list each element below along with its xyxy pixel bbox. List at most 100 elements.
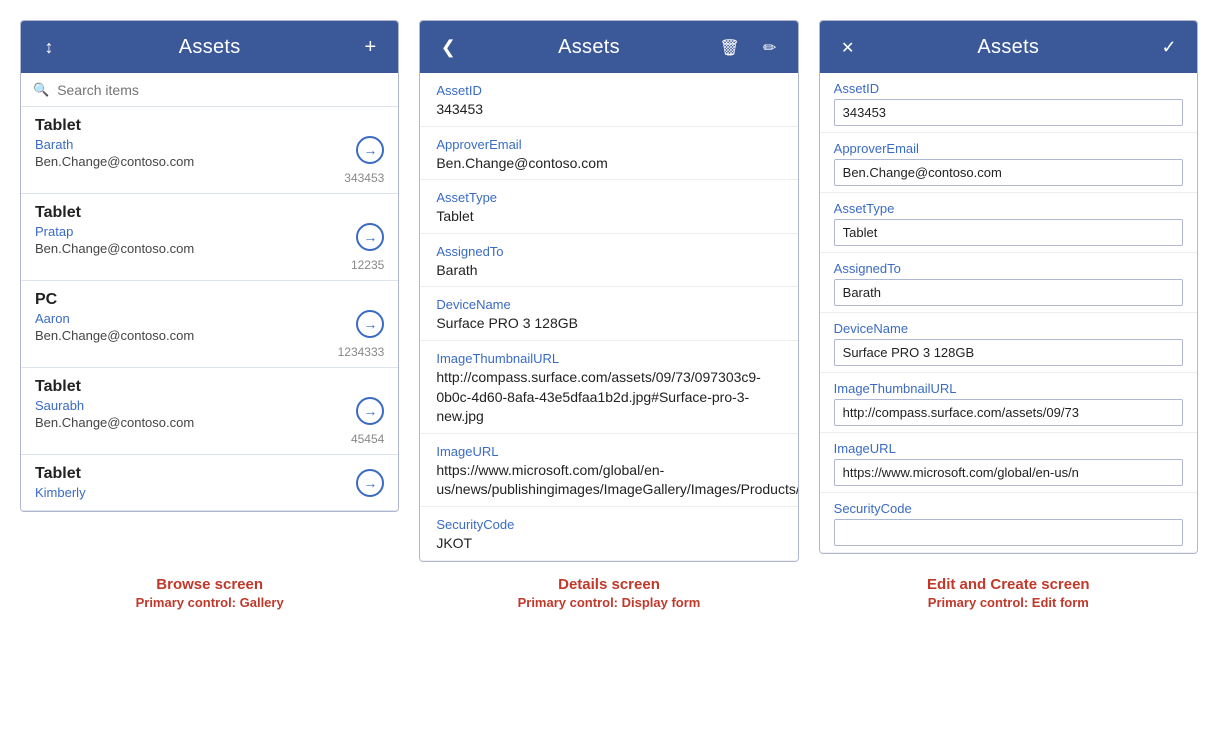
- edit-label: AssetID: [834, 81, 1183, 96]
- arrow-right-icon[interactable]: →: [356, 469, 384, 497]
- detail-row: ImageThumbnailURL http://compass.surface…: [420, 341, 797, 434]
- detail-row: AssetID 343453: [420, 73, 797, 127]
- confirm-icon[interactable]: [1155, 37, 1183, 58]
- item-id: 1234333: [35, 345, 384, 359]
- detail-label: ApproverEmail: [436, 137, 781, 152]
- edit-row: AssetType: [820, 193, 1197, 253]
- captions-container: Browse screen Primary control: Gallery D…: [20, 576, 1198, 610]
- item-subtitle: Aaron: [35, 311, 384, 326]
- screens-container: Assets Tablet Barath Ben.Change@contoso.…: [20, 20, 1198, 562]
- item-email: Ben.Change@contoso.com: [35, 154, 384, 169]
- edit-row: ImageURL: [820, 433, 1197, 493]
- edit-label: DeviceName: [834, 321, 1183, 336]
- details-caption-title: Details screen: [419, 576, 798, 593]
- edit-title: Assets: [862, 36, 1155, 59]
- browse-title: Assets: [63, 36, 356, 59]
- edit-label: AssignedTo: [834, 261, 1183, 276]
- search-bar: [21, 73, 398, 107]
- details-body: AssetID 343453 ApproverEmail Ben.Change@…: [420, 73, 797, 561]
- edit-row: AssignedTo: [820, 253, 1197, 313]
- browse-caption: Browse screen Primary control: Gallery: [20, 576, 399, 610]
- add-icon[interactable]: [356, 36, 384, 59]
- detail-label: DeviceName: [436, 297, 781, 312]
- close-icon[interactable]: [834, 37, 862, 58]
- list-item[interactable]: Tablet Barath Ben.Change@contoso.com 343…: [21, 107, 398, 194]
- list-item[interactable]: PC Aaron Ben.Change@contoso.com 1234333 …: [21, 281, 398, 368]
- edit-icon[interactable]: [756, 37, 784, 58]
- item-id: 343453: [35, 171, 384, 185]
- search-icon: [33, 81, 49, 98]
- edit-row: AssetID: [820, 73, 1197, 133]
- list-item[interactable]: Tablet Kimberly →: [21, 455, 398, 511]
- edit-body: AssetID ApproverEmail AssetType Assigned…: [820, 73, 1197, 553]
- item-subtitle: Barath: [35, 137, 384, 152]
- edit-caption: Edit and Create screen Primary control: …: [819, 576, 1198, 610]
- arrow-right-icon[interactable]: →: [356, 397, 384, 425]
- arrow-right-icon[interactable]: →: [356, 310, 384, 338]
- detail-row: AssignedTo Barath: [420, 234, 797, 288]
- edit-label: SecurityCode: [834, 501, 1183, 516]
- details-header-actions: [716, 37, 784, 58]
- item-title: Tablet: [35, 378, 384, 396]
- detail-value: JKOT: [436, 534, 781, 554]
- search-input[interactable]: [57, 82, 386, 98]
- detail-label: ImageURL: [436, 444, 781, 459]
- edit-label: AssetType: [834, 201, 1183, 216]
- item-title: Tablet: [35, 204, 384, 222]
- detail-value: 343453: [436, 100, 781, 120]
- detail-label: AssetType: [436, 190, 781, 205]
- details-title: Assets: [462, 36, 715, 59]
- browse-caption-sub: Primary control: Gallery: [20, 595, 399, 610]
- list-item[interactable]: Tablet Pratap Ben.Change@contoso.com 122…: [21, 194, 398, 281]
- edit-label: ImageThumbnailURL: [834, 381, 1183, 396]
- item-id: 45454: [35, 432, 384, 446]
- detail-label: SecurityCode: [436, 517, 781, 532]
- detail-value: Ben.Change@contoso.com: [436, 154, 781, 174]
- edit-header: Assets: [820, 21, 1197, 73]
- edit-input[interactable]: [834, 399, 1183, 426]
- back-icon[interactable]: [434, 37, 462, 58]
- edit-input[interactable]: [834, 519, 1183, 546]
- item-title: Tablet: [35, 465, 384, 483]
- edit-row: ImageThumbnailURL: [820, 373, 1197, 433]
- edit-input[interactable]: [834, 459, 1183, 486]
- detail-row: DeviceName Surface PRO 3 128GB: [420, 287, 797, 341]
- item-email: Ben.Change@contoso.com: [35, 415, 384, 430]
- item-subtitle: Pratap: [35, 224, 384, 239]
- details-caption: Details screen Primary control: Display …: [419, 576, 798, 610]
- detail-row: ImageURL https://www.microsoft.com/globa…: [420, 434, 797, 507]
- edit-input[interactable]: [834, 159, 1183, 186]
- details-screen: Assets AssetID 343453 ApproverEmail Ben.…: [419, 20, 798, 562]
- detail-value: http://compass.surface.com/assets/09/73/…: [436, 368, 781, 427]
- arrow-right-icon[interactable]: →: [356, 223, 384, 251]
- detail-label: AssignedTo: [436, 244, 781, 259]
- edit-label: ImageURL: [834, 441, 1183, 456]
- detail-value: https://www.microsoft.com/global/en-us/n…: [436, 461, 781, 500]
- edit-input[interactable]: [834, 339, 1183, 366]
- detail-value: Tablet: [436, 207, 781, 227]
- edit-input[interactable]: [834, 279, 1183, 306]
- item-subtitle: Saurabh: [35, 398, 384, 413]
- browse-caption-title: Browse screen: [20, 576, 399, 593]
- detail-value: Surface PRO 3 128GB: [436, 314, 781, 334]
- item-email: Ben.Change@contoso.com: [35, 241, 384, 256]
- list-item[interactable]: Tablet Saurabh Ben.Change@contoso.com 45…: [21, 368, 398, 455]
- sort-icon[interactable]: [35, 37, 63, 58]
- detail-label: ImageThumbnailURL: [436, 351, 781, 366]
- edit-input[interactable]: [834, 99, 1183, 126]
- detail-row: ApproverEmail Ben.Change@contoso.com: [420, 127, 797, 181]
- item-title: Tablet: [35, 117, 384, 135]
- arrow-right-icon[interactable]: →: [356, 136, 384, 164]
- edit-input[interactable]: [834, 219, 1183, 246]
- item-email: Ben.Change@contoso.com: [35, 328, 384, 343]
- detail-label: AssetID: [436, 83, 781, 98]
- edit-caption-title: Edit and Create screen: [819, 576, 1198, 593]
- item-title: PC: [35, 291, 384, 309]
- delete-icon[interactable]: [716, 37, 744, 58]
- edit-row: ApproverEmail: [820, 133, 1197, 193]
- browse-screen: Assets Tablet Barath Ben.Change@contoso.…: [20, 20, 399, 512]
- details-caption-sub: Primary control: Display form: [419, 595, 798, 610]
- detail-row: AssetType Tablet: [420, 180, 797, 234]
- item-id: 12235: [35, 258, 384, 272]
- browse-header: Assets: [21, 21, 398, 73]
